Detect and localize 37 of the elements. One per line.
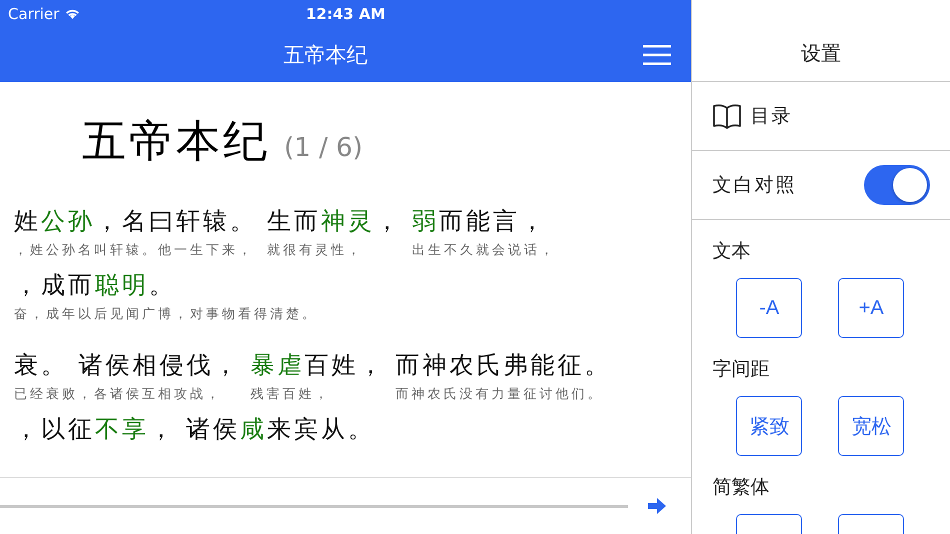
nav-title: 五帝本纪 (284, 42, 368, 68)
section-label: 简繁体 (712, 475, 770, 500)
translation-text: 就很有灵性， (267, 242, 364, 259)
translation-text: ，姓公孙名叫轩辕。他一生下来， (14, 242, 255, 259)
original-text: 衰。 诸侯相侵伐， (14, 350, 241, 381)
translation-text: 奋，成年以后见闻广博，对事物看得清楚。 (14, 306, 318, 323)
original-text: 弱 而能言， (412, 206, 548, 237)
carrier-name: Carrier (8, 4, 60, 22)
wifi-icon (65, 8, 80, 19)
section-label: 文本 (712, 239, 752, 264)
option-button[interactable]: 紧致 (736, 396, 802, 456)
option-button[interactable]: -A (736, 278, 802, 338)
original-text: 生而神灵， (267, 206, 402, 237)
menu-icon[interactable] (643, 44, 672, 64)
book-icon (712, 103, 742, 129)
page-indicator: (1 / 6) (284, 133, 363, 163)
original-text: ，成而聪明。 (14, 270, 177, 301)
original-text: 诸侯咸来宾从。 (186, 414, 375, 445)
translation-text: 出生不久就会说话， (412, 242, 556, 259)
translation-text: 而神农氏没有力量征讨他们。 (396, 386, 605, 403)
section-label: 字间距 (712, 357, 770, 382)
right-arrow-icon[interactable] (648, 498, 666, 514)
status-time: 12:43 AM (306, 4, 386, 22)
translation-text: 残害百姓， (250, 386, 332, 403)
contents-item[interactable]: 目录 (692, 82, 950, 151)
translation-text: 已经衰败，各诸侯互相攻战， (14, 386, 223, 403)
original-text: ，以征不享， (14, 414, 176, 445)
original-text: 姓公孙，名曰轩辕。 (14, 206, 257, 237)
progress-track[interactable] (0, 504, 628, 508)
settings-title: 设置 (801, 40, 842, 67)
option-button[interactable]: 宽松 (838, 396, 904, 456)
chapter-title: 五帝本纪 (82, 115, 270, 169)
parallel-text-toggle[interactable] (864, 165, 930, 205)
original-text: 暴虐百姓， (250, 350, 386, 381)
parallel-text-label: 文白对照 (712, 173, 796, 198)
original-text: 而神农氏弗能征。 (396, 350, 612, 381)
option-button[interactable]: +A (838, 278, 904, 338)
